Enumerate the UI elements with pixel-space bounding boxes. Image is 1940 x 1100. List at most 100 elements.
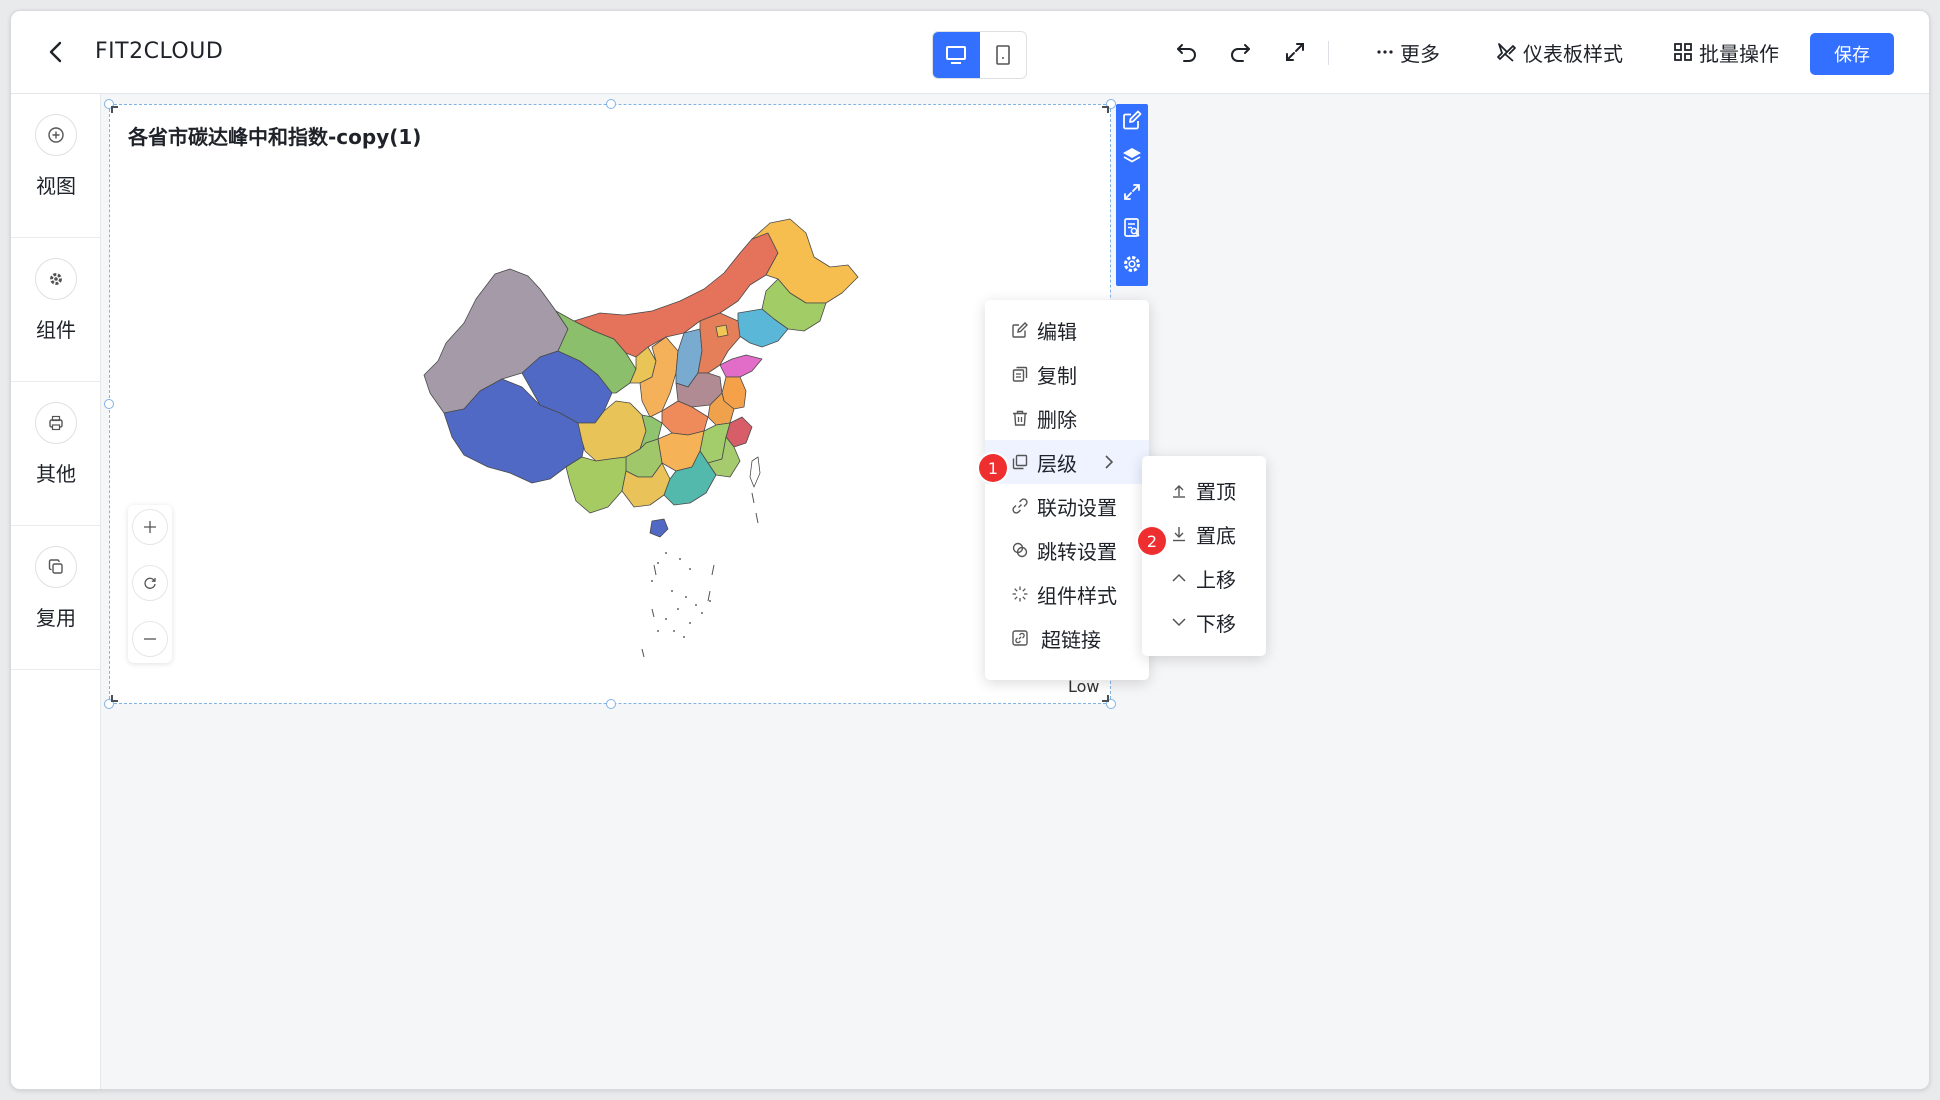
- menu-item-edit[interactable]: 编辑: [985, 308, 1149, 352]
- resize-handle[interactable]: [606, 99, 616, 109]
- resize-handle[interactable]: [606, 699, 616, 709]
- view-details-button[interactable]: [1120, 216, 1144, 240]
- menu-item-linkage[interactable]: 联动设置: [985, 484, 1149, 528]
- sidebar-item-view[interactable]: 视图: [11, 94, 101, 238]
- submenu-item-move-down[interactable]: 下移: [1142, 600, 1266, 644]
- plus-icon: [144, 521, 156, 533]
- settings-button[interactable]: [1120, 252, 1144, 276]
- submenu-item-label: 置底: [1196, 523, 1236, 548]
- map-region-taiwan[interactable]: [749, 456, 761, 488]
- sidebar-item-component[interactable]: 组件: [11, 238, 101, 382]
- undo-icon: [1177, 44, 1196, 62]
- hyperlink-icon: [1012, 630, 1028, 646]
- map-region-shandong[interactable]: [719, 354, 763, 378]
- left-sidebar: 视图 组件 其他 复用: [11, 94, 101, 1089]
- jump-icon: [1012, 542, 1028, 558]
- fullscreen-button[interactable]: [1280, 37, 1310, 67]
- page-title: FIT2CLOUD: [95, 39, 224, 64]
- resize-handle[interactable]: [104, 399, 114, 409]
- corner-mark: [1102, 106, 1109, 113]
- corner-mark: [1102, 695, 1109, 702]
- chevron-left-icon: [49, 41, 62, 63]
- submenu-item-label: 上移: [1196, 567, 1236, 592]
- more-button[interactable]: 更多: [1376, 37, 1440, 67]
- redo-button[interactable]: [1225, 37, 1255, 67]
- menu-item-label: 跳转设置: [1037, 539, 1117, 564]
- sidebar-item-reuse[interactable]: 复用: [11, 526, 101, 670]
- layer-submenu: 置顶 置底 上移 下移: [1142, 456, 1266, 656]
- monitor-icon: [946, 46, 967, 64]
- south-sea-islands: [651, 552, 711, 638]
- layers-icon: [1012, 454, 1028, 470]
- minus-icon: [144, 638, 156, 640]
- toolbar-divider: [1328, 41, 1329, 65]
- submenu-item-move-up[interactable]: 上移: [1142, 556, 1266, 600]
- undo-button[interactable]: [1172, 37, 1202, 67]
- dashboard-style-button[interactable]: 仪表板样式: [1495, 37, 1623, 67]
- submenu-item-label: 置顶: [1196, 479, 1236, 504]
- layers-icon: [1123, 148, 1141, 163]
- enlarge-button[interactable]: [1120, 180, 1144, 204]
- menu-item-label: 层级: [1037, 451, 1077, 476]
- batch-operation-label: 批量操作: [1699, 41, 1779, 66]
- submenu-item-bring-to-top[interactable]: 置顶: [1142, 468, 1266, 512]
- menu-item-label: 复制: [1037, 363, 1077, 388]
- print-icon: [35, 402, 77, 444]
- redo-icon: [1231, 44, 1250, 62]
- map-region-hainan[interactable]: [649, 518, 669, 538]
- layer-button[interactable]: [1120, 144, 1144, 168]
- copy-icon: [1012, 366, 1028, 382]
- mobile-mode-button[interactable]: [980, 32, 1027, 78]
- menu-item-label: 编辑: [1037, 319, 1077, 344]
- corner-mark: [111, 695, 118, 702]
- sidebar-item-label: 组件: [36, 318, 76, 342]
- map-region-beijing[interactable]: [715, 324, 729, 338]
- chevron-up-icon: [1172, 573, 1186, 582]
- edit-icon: [1012, 322, 1028, 338]
- zoom-out-button[interactable]: [132, 621, 168, 657]
- menu-item-label: 删除: [1037, 407, 1077, 432]
- step-badge-1: 1: [979, 454, 1007, 482]
- menu-item-hyperlink[interactable]: 超链接: [985, 616, 1149, 660]
- menu-item-style[interactable]: 组件样式: [985, 572, 1149, 616]
- sidebar-item-other[interactable]: 其他: [11, 382, 101, 526]
- link-icon: [1012, 498, 1028, 514]
- edit-icon: [1123, 110, 1142, 130]
- zoom-in-button[interactable]: [132, 509, 168, 545]
- menu-item-label: 超链接: [1041, 627, 1101, 652]
- expand-icon: [1286, 43, 1304, 61]
- menu-item-label: 联动设置: [1037, 495, 1117, 520]
- save-button[interactable]: 保存: [1810, 33, 1894, 75]
- map-zoom-control: [128, 505, 172, 663]
- top-toolbar: FIT2CLOUD 更多 仪表板样式 批量操作 保存: [11, 11, 1929, 94]
- menu-item-delete[interactable]: 删除: [985, 396, 1149, 440]
- menu-item-layer[interactable]: 层级: [985, 440, 1149, 484]
- reset-zoom-button[interactable]: [132, 565, 168, 601]
- copy-icon: [35, 546, 77, 588]
- menu-item-copy[interactable]: 复制: [985, 352, 1149, 396]
- sidebar-item-label: 视图: [36, 174, 76, 198]
- details-icon: [1124, 218, 1140, 237]
- batch-operation-button[interactable]: 批量操作: [1673, 37, 1779, 67]
- nine-dash-line: [641, 492, 759, 658]
- app-window: FIT2CLOUD 更多 仪表板样式 批量操作 保存 视图 组件 其他 复用 各…: [10, 10, 1930, 1090]
- menu-item-jump[interactable]: 跳转设置: [985, 528, 1149, 572]
- device-toggle: [932, 31, 1027, 79]
- step-badge-2: 2: [1138, 527, 1166, 555]
- component-title: 各省市碳达峰中和指数-copy(1): [128, 125, 422, 149]
- edit-component-button[interactable]: [1120, 108, 1144, 132]
- china-map: [423, 218, 859, 658]
- gear-icon: [35, 258, 77, 300]
- trash-icon: [1013, 410, 1027, 426]
- grid-icon: [1674, 43, 1692, 61]
- gear-icon: [1124, 256, 1140, 272]
- desktop-mode-button[interactable]: [933, 32, 980, 78]
- submenu-item-label: 下移: [1196, 611, 1236, 636]
- map-component[interactable]: 各省市碳达峰中和指数-copy(1) Low: [104, 99, 1116, 709]
- map-region-yunnan[interactable]: [565, 456, 627, 514]
- back-button[interactable]: [41, 37, 71, 67]
- expand-icon: [1124, 184, 1140, 200]
- sidebar-item-label: 复用: [36, 606, 76, 630]
- style-icon: [1012, 586, 1028, 602]
- more-label: 更多: [1400, 41, 1440, 66]
